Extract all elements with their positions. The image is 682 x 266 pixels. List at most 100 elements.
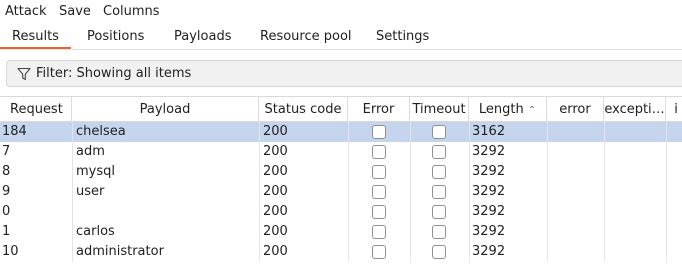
table-row[interactable]: 7 adm 200 3292 bbox=[0, 142, 682, 162]
table-row[interactable]: 10 administrator 200 3292 bbox=[0, 242, 682, 262]
cell-payload: user bbox=[76, 184, 105, 199]
tab-settings[interactable]: Settings bbox=[376, 29, 429, 44]
cell-length: 3292 bbox=[472, 244, 506, 259]
error-checkbox bbox=[372, 165, 386, 179]
column-divider bbox=[604, 242, 605, 262]
filter-label: Filter: Showing all items bbox=[36, 66, 192, 81]
column-divider bbox=[547, 142, 548, 162]
results-table: Request Payload Status code Error Timeou… bbox=[0, 96, 682, 266]
column-divider bbox=[547, 162, 548, 182]
tab-payloads[interactable]: Payloads bbox=[174, 29, 231, 44]
column-divider bbox=[547, 182, 548, 202]
menu-save[interactable]: Save bbox=[59, 4, 91, 19]
column-divider bbox=[469, 122, 470, 142]
timeout-checkbox bbox=[432, 125, 446, 139]
column-header-exception[interactable]: excepti… bbox=[604, 97, 666, 122]
column-divider bbox=[259, 242, 260, 262]
cell-payload: chelsea bbox=[76, 124, 126, 139]
column-divider bbox=[469, 222, 470, 242]
cell-request: 7 bbox=[2, 144, 11, 159]
timeout-checkbox bbox=[432, 245, 446, 259]
sort-ascending-icon: ⌃ bbox=[527, 105, 537, 116]
table-header: Request Payload Status code Error Timeou… bbox=[0, 96, 682, 122]
column-header-length[interactable]: Length ⌃ bbox=[469, 97, 547, 122]
cell-payload bbox=[76, 202, 256, 222]
column-divider bbox=[410, 202, 411, 222]
column-divider bbox=[547, 222, 548, 242]
column-divider bbox=[259, 222, 260, 242]
column-header-payload[interactable]: Payload bbox=[72, 97, 259, 122]
column-divider bbox=[604, 222, 605, 242]
column-divider bbox=[259, 202, 260, 222]
filter-bar[interactable]: Filter: Showing all items bbox=[6, 60, 682, 87]
column-divider bbox=[348, 142, 349, 162]
column-divider bbox=[72, 242, 73, 262]
tab-resource-pool[interactable]: Resource pool bbox=[260, 29, 352, 44]
column-divider bbox=[547, 242, 548, 262]
column-divider bbox=[348, 162, 349, 182]
column-divider bbox=[604, 182, 605, 202]
cell-status-code: 200 bbox=[263, 244, 288, 259]
column-divider bbox=[666, 142, 667, 162]
table-row[interactable]: 8 mysql 200 3292 bbox=[0, 162, 682, 182]
column-divider bbox=[348, 242, 349, 262]
column-divider bbox=[666, 222, 667, 242]
column-divider bbox=[72, 222, 73, 242]
column-header-error-2[interactable]: error bbox=[547, 97, 604, 122]
tab-results[interactable]: Results bbox=[12, 29, 59, 44]
column-divider bbox=[410, 182, 411, 202]
column-divider bbox=[72, 122, 73, 142]
error-checkbox bbox=[372, 225, 386, 239]
table-row[interactable]: 9 user 200 3292 bbox=[0, 182, 682, 202]
column-divider bbox=[72, 182, 73, 202]
column-header-truncated[interactable]: i bbox=[666, 97, 682, 122]
menu-attack[interactable]: Attack bbox=[5, 4, 47, 19]
column-divider bbox=[259, 182, 260, 202]
timeout-checkbox bbox=[432, 185, 446, 199]
column-header-error[interactable]: Error bbox=[348, 97, 410, 122]
tab-positions[interactable]: Positions bbox=[87, 29, 144, 44]
error-checkbox bbox=[372, 185, 386, 199]
column-divider bbox=[72, 142, 73, 162]
column-divider bbox=[604, 162, 605, 182]
column-divider bbox=[410, 122, 411, 142]
column-header-request[interactable]: Request bbox=[0, 97, 72, 122]
active-tab-indicator bbox=[0, 47, 71, 49]
error-checkbox bbox=[372, 205, 386, 219]
column-divider bbox=[469, 242, 470, 262]
cell-status-code: 200 bbox=[263, 184, 288, 199]
column-divider bbox=[469, 142, 470, 162]
cell-length: 3292 bbox=[472, 164, 506, 179]
table-row[interactable]: 1 carlos 200 3292 bbox=[0, 222, 682, 242]
column-divider bbox=[348, 182, 349, 202]
cell-status-code: 200 bbox=[263, 224, 288, 239]
timeout-checkbox bbox=[432, 225, 446, 239]
column-divider bbox=[604, 202, 605, 222]
cell-length: 3292 bbox=[472, 224, 506, 239]
error-checkbox bbox=[372, 125, 386, 139]
timeout-checkbox bbox=[432, 165, 446, 179]
menu-bar: Attack Save Columns bbox=[0, 0, 682, 24]
cell-payload: adm bbox=[76, 144, 105, 159]
column-divider bbox=[547, 122, 548, 142]
column-divider bbox=[410, 222, 411, 242]
menu-columns[interactable]: Columns bbox=[103, 4, 160, 19]
column-divider bbox=[469, 162, 470, 182]
column-divider bbox=[72, 202, 73, 222]
column-header-status-code[interactable]: Status code bbox=[259, 97, 348, 122]
column-divider bbox=[72, 162, 73, 182]
column-header-timeout[interactable]: Timeout bbox=[410, 97, 469, 122]
table-row[interactable]: 0 200 3292 bbox=[0, 202, 682, 222]
column-divider bbox=[469, 202, 470, 222]
column-divider bbox=[666, 122, 667, 142]
timeout-checkbox bbox=[432, 205, 446, 219]
filter-funnel-icon bbox=[17, 67, 31, 81]
cell-request: 9 bbox=[2, 184, 11, 199]
table-row[interactable]: 184 chelsea 200 3162 bbox=[0, 122, 682, 142]
cell-status-code: 200 bbox=[263, 144, 288, 159]
cell-length: 3162 bbox=[472, 124, 506, 139]
column-divider bbox=[604, 142, 605, 162]
column-divider bbox=[666, 242, 667, 262]
column-divider bbox=[666, 162, 667, 182]
column-divider bbox=[666, 202, 667, 222]
